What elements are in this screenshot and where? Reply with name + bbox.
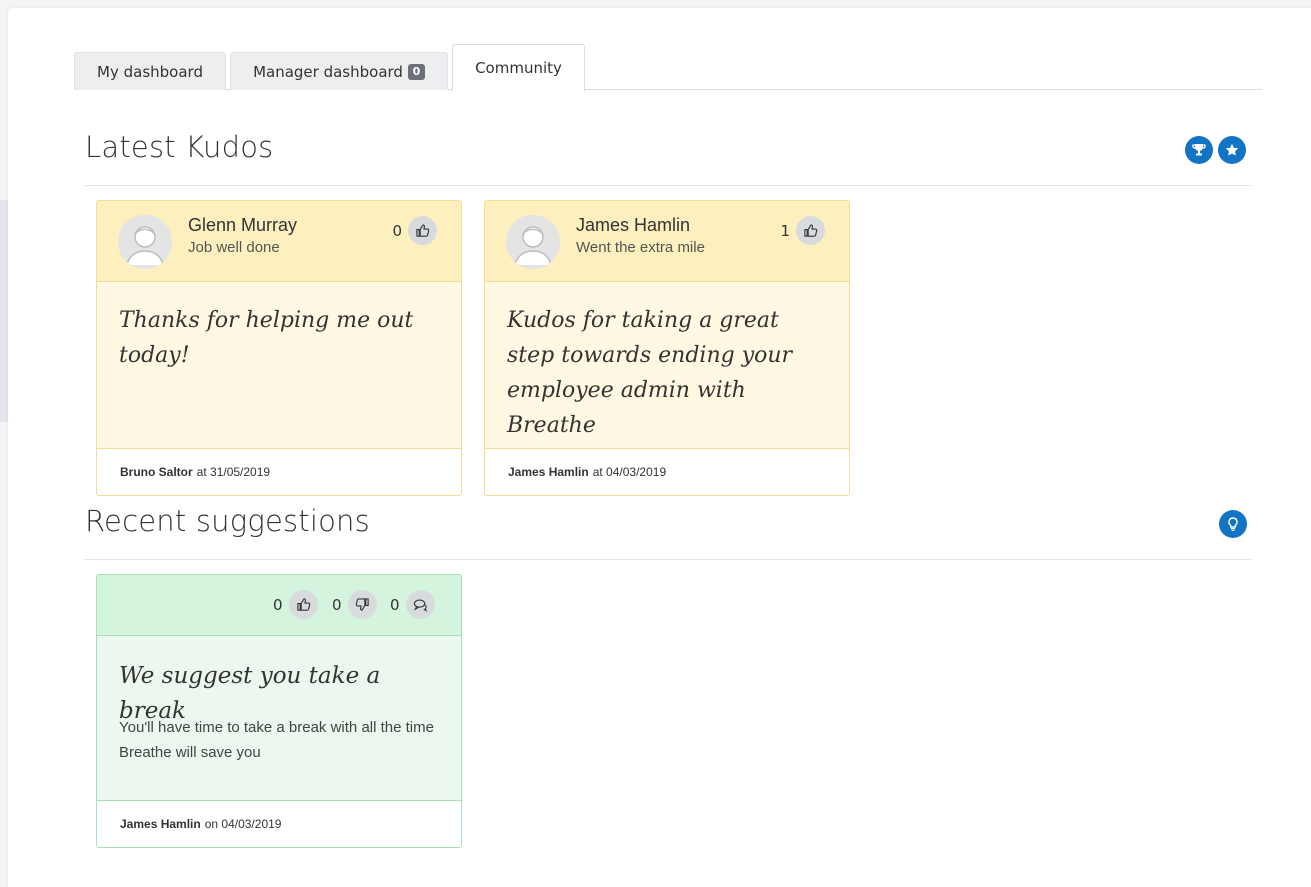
kudos-message: Thanks for helping me out today! [119, 308, 414, 368]
thumbs-up-icon [416, 224, 430, 237]
comment-count: 0 [390, 595, 400, 614]
tab-label: Community [475, 59, 562, 77]
kudos-card-header: James Hamlin Went the extra mile 1 [485, 201, 849, 282]
recipient-name: Glenn Murray [188, 215, 298, 235]
avatar [118, 215, 172, 269]
kudos-date: at 04/03/2019 [592, 465, 667, 479]
kudos-card: James Hamlin Went the extra mile 1 Kudos… [484, 200, 850, 496]
trophy-icon [1192, 144, 1206, 156]
suggestion-card-header: 0 0 0 [97, 575, 461, 636]
like-count: 1 [780, 221, 790, 240]
tab-community[interactable]: Community [452, 44, 585, 91]
suggest-button[interactable] [1219, 510, 1247, 538]
like-count: 0 [273, 595, 283, 614]
dislike-button[interactable] [347, 590, 377, 619]
like-counter: 0 [273, 590, 318, 619]
dashboard-tabs: My dashboard Manager dashboard 0 Communi… [74, 44, 1262, 91]
comment-button[interactable] [405, 590, 435, 619]
thumbs-up-icon [804, 224, 818, 237]
tab-manager-dashboard[interactable]: Manager dashboard 0 [230, 52, 448, 90]
dislike-count: 0 [332, 595, 342, 614]
user-avatar-icon [506, 215, 560, 269]
kudos-card: Glenn Murray Job well done 0 Thanks for … [96, 200, 462, 496]
kudos-footer: James Hamlin at 04/03/2019 [485, 448, 849, 495]
lightbulb-icon [1228, 517, 1238, 531]
thumbs-down-icon [355, 598, 369, 611]
trophy-button[interactable] [1185, 136, 1213, 164]
kudos-reason: Went the extra mile [576, 239, 705, 256]
avatar [506, 215, 560, 269]
author-name[interactable]: James Hamlin [508, 465, 589, 479]
thumbs-up-icon [296, 598, 310, 611]
suggestion-body: You'll have time to take a break with al… [119, 719, 434, 761]
like-button[interactable] [796, 216, 825, 245]
star-icon [1225, 143, 1239, 156]
kudos-card-header: Glenn Murray Job well done 0 [97, 201, 461, 282]
kudos-footer: Bruno Saltor at 31/05/2019 [97, 448, 461, 495]
tab-label: Manager dashboard [253, 62, 403, 81]
suggestions-section-title: Recent suggestions [85, 504, 370, 538]
section-divider [84, 185, 1251, 186]
like-button[interactable] [408, 216, 437, 245]
kudos-message: Kudos for taking a great step towards en… [507, 308, 793, 438]
comment-counter: 0 [390, 590, 435, 619]
like-counter: 1 [780, 216, 825, 245]
tab-label: My dashboard [97, 62, 203, 81]
dislike-counter: 0 [332, 590, 377, 619]
suggestion-card: 0 0 0 We suggest you take a break You'll… [96, 574, 462, 848]
suggestion-footer: James Hamlin on 04/03/2019 [97, 800, 461, 847]
star-button[interactable] [1218, 136, 1246, 164]
author-name[interactable]: Bruno Saltor [120, 465, 193, 479]
count-badge: 0 [407, 63, 425, 80]
section-divider [84, 559, 1251, 560]
comments-icon [413, 599, 427, 612]
user-avatar-icon [118, 215, 172, 269]
recipient-name: James Hamlin [576, 215, 691, 235]
main-panel: My dashboard Manager dashboard 0 Communi… [8, 8, 1311, 887]
like-count: 0 [392, 221, 402, 240]
tab-my-dashboard[interactable]: My dashboard [74, 52, 226, 90]
like-counter: 0 [392, 216, 437, 245]
kudos-reason: Job well done [188, 239, 280, 256]
kudos-section-title: Latest Kudos [85, 130, 274, 164]
kudos-date: at 31/05/2019 [196, 465, 271, 479]
like-button[interactable] [288, 590, 318, 619]
suggestion-date: on 04/03/2019 [204, 817, 282, 831]
author-name[interactable]: James Hamlin [120, 817, 201, 831]
